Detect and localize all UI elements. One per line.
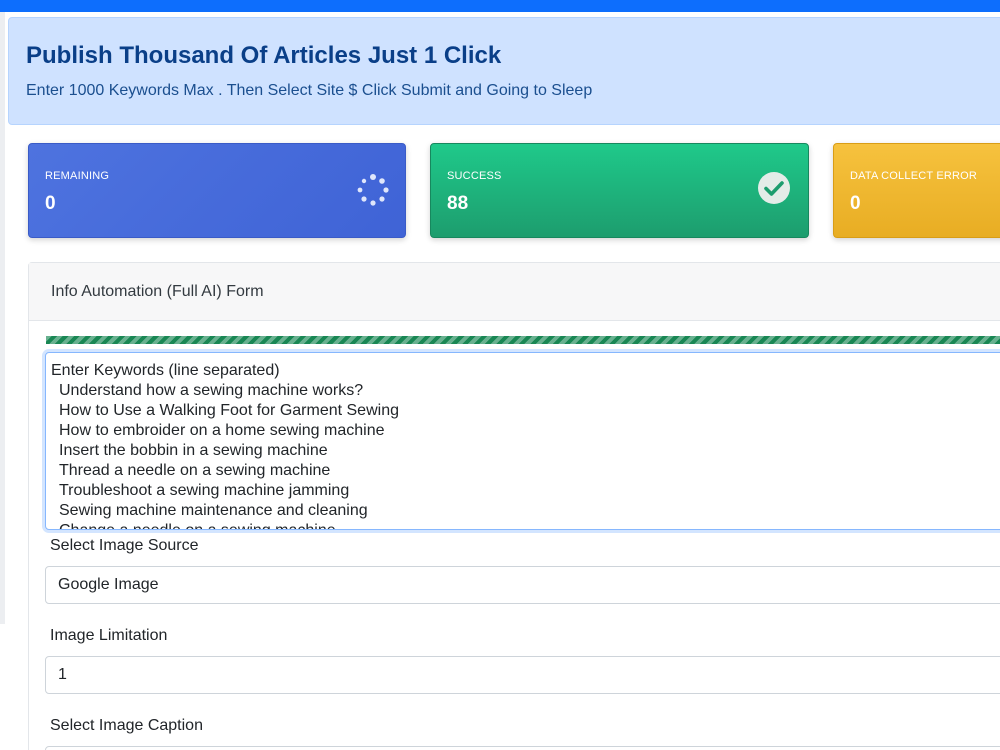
- image-caption-select[interactable]: [45, 746, 1000, 750]
- remaining-card: REMAINING 0: [28, 143, 406, 238]
- image-source-label: Select Image Source: [50, 537, 199, 554]
- keyword-line: Insert the bobbin in a sewing machine: [59, 442, 328, 459]
- keyword-line: Troubleshoot a sewing machine jamming: [59, 482, 350, 499]
- keyword-line: Change a needle on a sewing machine: [51, 521, 1000, 529]
- keyword-line: How to embroider on a home sewing machin…: [59, 422, 385, 439]
- error-label: DATA COLLECT ERROR: [850, 170, 978, 182]
- form-header: Info Automation (Full AI) Form: [29, 263, 1000, 321]
- success-value: 88: [447, 193, 469, 214]
- keywords-textarea[interactable]: Enter Keywords (line separated) Understa…: [45, 352, 1000, 530]
- image-source-select[interactable]: Google Image: [45, 566, 1000, 604]
- top-nav-bar: [0, 0, 1000, 12]
- data-collect-error-card: DATA COLLECT ERROR 0: [833, 143, 1000, 238]
- keyword-line: How to Use a Walking Foot for Garment Se…: [59, 402, 399, 419]
- check-circle-icon: [758, 172, 790, 204]
- keyword-line: Sewing machine maintenance and cleaning: [59, 502, 368, 519]
- spinner-icon: [357, 174, 389, 206]
- keywords-placeholder: Enter Keywords (line separated): [51, 362, 280, 379]
- sidebar-edge: [0, 12, 5, 624]
- hero-banner: Publish Thousand Of Articles Just 1 Clic…: [8, 17, 1000, 125]
- image-caption-label: Select Image Caption: [50, 717, 203, 734]
- keyword-line: Understand how a sewing machine works?: [59, 382, 364, 399]
- automation-form-card: Info Automation (Full AI) Form Enter Key…: [28, 262, 1000, 750]
- error-value: 0: [850, 193, 861, 214]
- image-limitation-input[interactable]: 1: [45, 656, 1000, 694]
- form-title: Info Automation (Full AI) Form: [51, 283, 264, 300]
- success-card: SUCCESS 88: [430, 143, 809, 238]
- page-subtitle: Enter 1000 Keywords Max . Then Select Si…: [26, 82, 593, 99]
- progress-bar: [46, 336, 1000, 344]
- keyword-line: Thread a needle on a sewing machine: [59, 462, 331, 479]
- remaining-value: 0: [45, 193, 56, 214]
- image-limitation-label: Image Limitation: [50, 627, 168, 644]
- success-label: SUCCESS: [447, 170, 502, 182]
- page-title: Publish Thousand Of Articles Just 1 Clic…: [26, 42, 502, 69]
- remaining-label: REMAINING: [45, 170, 110, 182]
